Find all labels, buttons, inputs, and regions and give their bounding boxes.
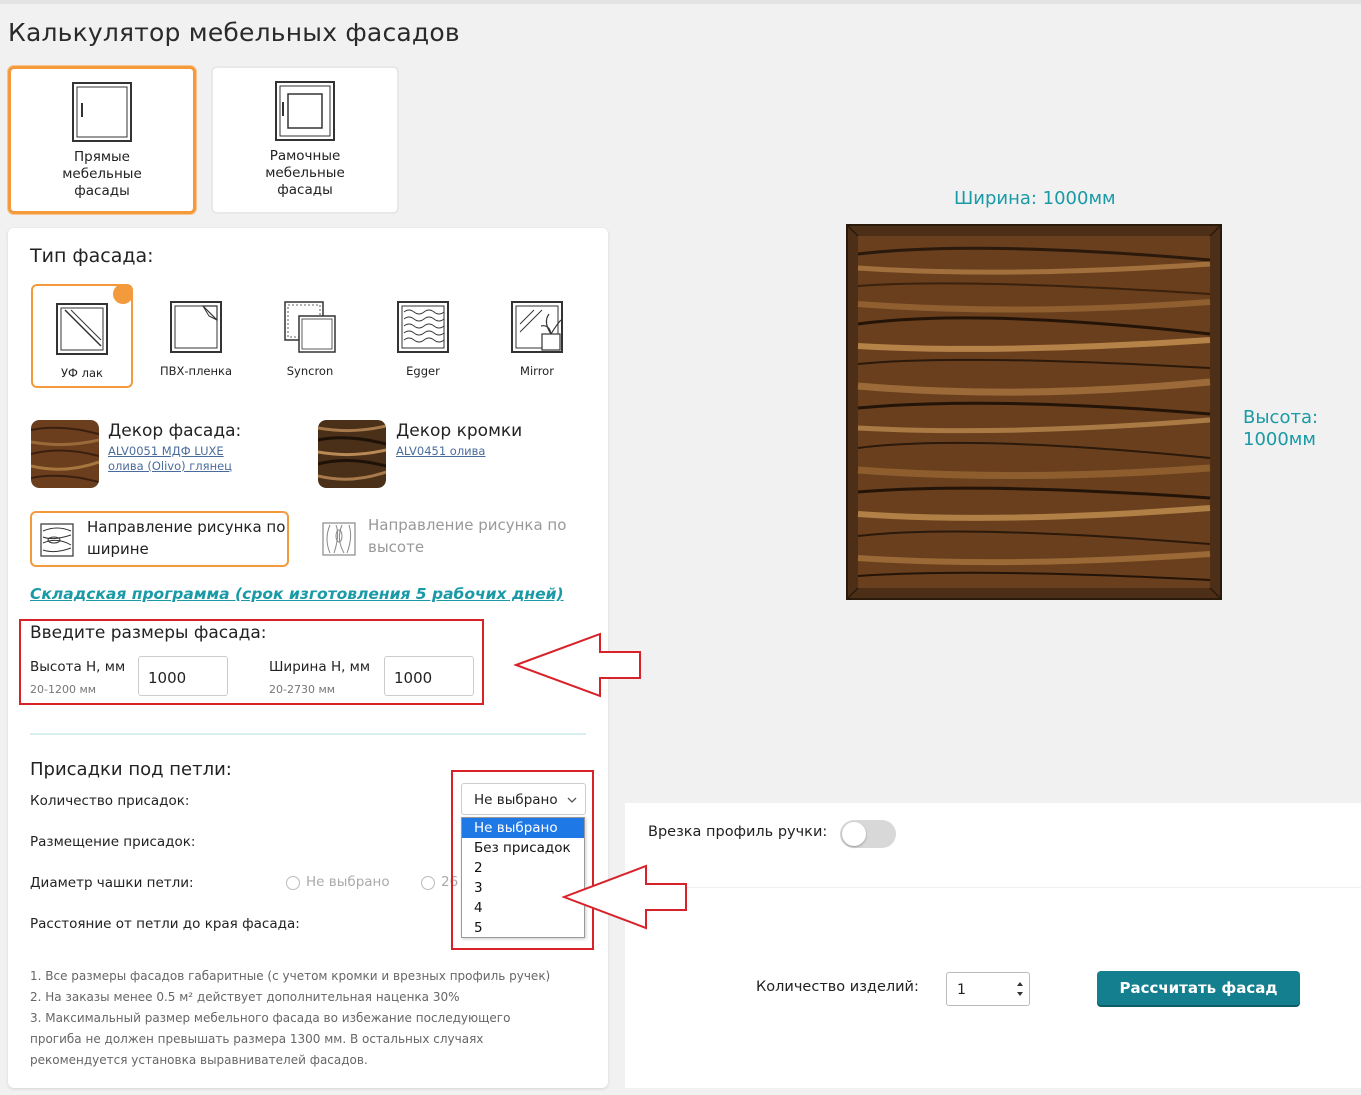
notes: 1. Все размеры фасадов габаритные (с уче…	[30, 969, 551, 1067]
quantity-label: Количество изделий:	[756, 979, 919, 995]
diameter-radio-none[interactable]	[286, 876, 300, 890]
facade-option-syncron[interactable]: Syncron	[259, 284, 361, 388]
straight-facade-icon	[72, 82, 132, 142]
facade-option-uv-label: УФ лак	[61, 366, 103, 380]
facade-option-pvc-label: ПВХ-пленка	[159, 364, 233, 378]
facade-option-egger[interactable]: Egger	[372, 284, 474, 388]
handle-toggle[interactable]	[840, 820, 896, 848]
facade-type-title: Тип фасада:	[30, 245, 154, 267]
width-input[interactable]: 1000	[384, 656, 474, 696]
horizontal-grain-icon	[40, 523, 74, 557]
stepper-arrows-icon[interactable]	[1015, 978, 1025, 1000]
section-divider	[30, 733, 586, 735]
frame-facade-icon	[275, 81, 335, 141]
handle-panel	[625, 803, 1361, 887]
facade-preview	[846, 224, 1222, 600]
hinge-diameter-label: Диаметр чашки петли:	[30, 875, 194, 891]
calculate-button[interactable]: Рассчитать фасад	[1097, 971, 1300, 1005]
pointer-arrow-icon	[513, 632, 641, 698]
direction-width-label: Направление рисунка по ширине	[87, 518, 286, 558]
hinges-title: Присадки под петли:	[30, 759, 232, 780]
facade-decor-link[interactable]: ALV0051 МДФ LUXE олива (Olivo) глянец	[108, 444, 232, 474]
facade-option-syncron-label: Syncron	[286, 364, 334, 378]
pvc-film-icon	[170, 301, 222, 353]
hinge-count-label: Количество присадок:	[30, 793, 190, 809]
direction-height-label: Направление рисунка по высоте	[368, 516, 567, 556]
facade-option-egger-label: Egger	[406, 364, 440, 378]
toggle-knob	[842, 822, 866, 846]
facade-option-pvc[interactable]: ПВХ-пленка	[145, 284, 247, 388]
syncron-icon	[284, 301, 336, 353]
type-card-frame-label: Рамочные мебельные фасады	[265, 148, 345, 198]
hinge-distance-label: Расстояние от петли до края фасада:	[30, 916, 300, 932]
type-card-frame[interactable]: Рамочные мебельные фасады	[211, 66, 399, 214]
direction-height-option[interactable]: Направление рисунка по высоте	[320, 516, 580, 568]
stock-program-link[interactable]: Складская программа (срок изготовления 5…	[30, 585, 564, 603]
egger-icon	[397, 301, 449, 353]
diameter-radio-26[interactable]	[421, 876, 435, 890]
quantity-stepper[interactable]: 1	[946, 972, 1030, 1006]
facade-option-mirror-label: Mirror	[520, 364, 554, 378]
hinge-placement-label: Размещение присадок:	[30, 834, 196, 850]
pointer-arrow-icon	[561, 864, 687, 930]
facade-option-uv[interactable]: УФ лак	[31, 284, 133, 388]
edge-decor-swatch[interactable]	[318, 420, 386, 488]
facade-option-mirror[interactable]: Mirror	[486, 284, 588, 388]
diameter-option-none-label: Не выбрано	[306, 874, 390, 890]
handle-label: Врезка профиль ручки:	[648, 824, 828, 840]
check-icon	[113, 284, 133, 316]
height-label: Высота Н, мм	[30, 659, 126, 675]
width-label: Ширина Н, мм	[269, 659, 371, 675]
preview-height-label: Высота: 1000мм	[1243, 407, 1319, 450]
dimensions-title: Введите размеры фасада:	[30, 623, 267, 643]
height-range: 20-1200 мм	[30, 683, 97, 696]
type-card-straight[interactable]: Прямые мебельные фасады	[8, 66, 196, 214]
height-input[interactable]: 1000	[138, 656, 228, 696]
facade-decor-swatch[interactable]	[31, 420, 99, 488]
facade-decor-title: Декор фасада:	[108, 421, 242, 441]
direction-width-option[interactable]: Направление рисунка по ширине	[30, 511, 289, 567]
type-card-straight-label: Прямые мебельные фасады	[62, 149, 142, 199]
uv-lacquer-icon	[56, 303, 108, 355]
width-range: 20-2730 мм	[269, 683, 336, 696]
top-border	[0, 0, 1361, 4]
vertical-grain-icon	[322, 522, 356, 556]
edge-decor-title: Декор кромки	[396, 421, 523, 441]
mirror-icon	[511, 301, 563, 353]
edge-decor-link[interactable]: ALV0451 олива	[396, 444, 485, 459]
page-title: Калькулятор мебельных фасадов	[8, 18, 460, 47]
preview-width-label: Ширина: 1000мм	[954, 188, 1116, 209]
